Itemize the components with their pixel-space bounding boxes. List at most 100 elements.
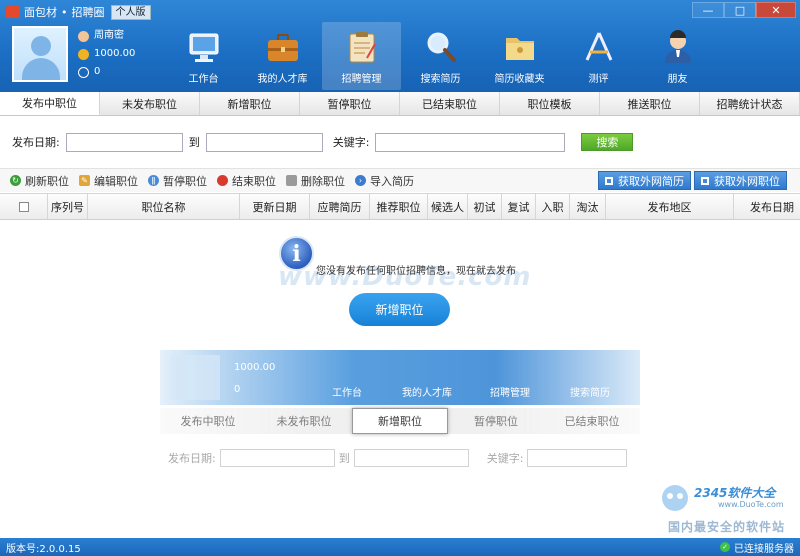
- maximize-button[interactable]: □: [724, 2, 756, 18]
- preview-header: 1000.00 0 工作台 我的人才库 招聘管理 搜索简历: [160, 350, 640, 405]
- col-job-title[interactable]: 职位名称: [88, 194, 240, 219]
- nav-friends[interactable]: 朋友: [638, 22, 717, 90]
- nav-label: 简历收藏夹: [494, 74, 545, 85]
- search-bar: 发布日期: 到 关键字: 搜索: [0, 117, 800, 167]
- close-button[interactable]: ✕: [756, 2, 796, 18]
- refresh-icon: ↻: [10, 175, 21, 186]
- tab-unpublished[interactable]: 未发布职位: [100, 92, 200, 115]
- points-count: 0: [94, 66, 101, 77]
- nav-label: 搜索简历: [420, 74, 461, 85]
- refresh-button[interactable]: ↻ 刷新职位: [10, 173, 69, 189]
- empty-message: 您没有发布任何职位招聘信息，现在就去发布: [316, 266, 516, 277]
- preview-coins: 1000.00: [234, 362, 276, 373]
- nav-label: 我的人才库: [257, 74, 308, 85]
- tab-paused[interactable]: 暂停职位: [300, 92, 400, 115]
- connection-text: 已连接服务器: [734, 543, 794, 555]
- col-recommended[interactable]: 推荐职位: [370, 194, 428, 219]
- nav-search-resume[interactable]: 搜索简历: [401, 22, 480, 90]
- nav-workbench[interactable]: 工作台: [164, 22, 243, 90]
- import-resume-button[interactable]: › 导入简历: [355, 173, 414, 189]
- import-icon: ›: [355, 175, 366, 186]
- col-publish-date[interactable]: 发布日期: [734, 194, 800, 219]
- preview-to-label: 到: [338, 452, 350, 465]
- col-second-interview[interactable]: 复试: [502, 194, 536, 219]
- clipboard-icon: [349, 32, 376, 63]
- to-label: 到: [188, 136, 200, 149]
- window-controls: — □ ✕: [692, 2, 796, 18]
- col-first-interview[interactable]: 初试: [468, 194, 502, 219]
- tab-statistics[interactable]: 招聘统计状态: [700, 92, 800, 115]
- site-slogan: 国内最安全的软件站: [668, 520, 786, 534]
- end-button[interactable]: 结束职位: [217, 173, 276, 189]
- preview-tab-highlighted: 新增职位: [351, 408, 448, 434]
- tab-published[interactable]: 发布中职位: [0, 92, 100, 115]
- main-nav: 工作台 我的人才库 招聘管理 搜索简历 简历收藏夹 测评 朋友: [164, 22, 717, 90]
- coin-balance: 1000.00: [94, 48, 136, 59]
- pause-icon: ǁ: [148, 175, 159, 186]
- trash-icon: [286, 175, 297, 186]
- app-module-title: 招聘圈: [71, 6, 105, 19]
- col-candidates[interactable]: 候选人: [428, 194, 468, 219]
- col-region[interactable]: 发布地区: [606, 194, 734, 219]
- preview-tab: 未发布职位: [276, 415, 332, 428]
- preview-nav-talent: 我的人才库: [402, 388, 452, 399]
- preview-date-box: [353, 449, 469, 467]
- delete-button[interactable]: 删除职位: [286, 173, 345, 189]
- keyword-label: 关键字:: [332, 136, 370, 149]
- col-update-date[interactable]: 更新日期: [240, 194, 310, 219]
- nav-label: 工作台: [188, 74, 219, 85]
- preview-keyword-label: 关键字:: [486, 452, 524, 465]
- site-watermark: 2345软件大全 www.DuoTe.com 国内最安全的软件站: [658, 480, 798, 535]
- site-name: 2345软件大全: [694, 486, 776, 500]
- app-header: 面包材 • 招聘圈 个人版 — □ ✕ 周南密 1000.00 0 工作台 我的…: [0, 0, 800, 92]
- preview-date-box: [219, 449, 335, 467]
- app-logo-icon: [6, 6, 20, 18]
- edit-button[interactable]: ✎ 编辑职位: [79, 173, 138, 189]
- user-name[interactable]: 周南密: [94, 27, 124, 45]
- tab-ended[interactable]: 已结束职位: [400, 92, 500, 115]
- nav-recruitment[interactable]: 招聘管理: [322, 22, 401, 90]
- avatar[interactable]: [12, 26, 68, 82]
- search-button[interactable]: 搜索: [581, 133, 634, 151]
- start-date-input[interactable]: [65, 132, 183, 152]
- preview-keyword-box: [527, 449, 628, 467]
- nav-assessment[interactable]: 测评: [559, 22, 638, 90]
- fetch-external-resume-button[interactable]: 获取外网简历: [598, 171, 691, 190]
- title-bar: 面包材 • 招聘圈 个人版: [6, 4, 151, 20]
- col-hired[interactable]: 入职: [536, 194, 570, 219]
- col-rejected[interactable]: 淘汰: [570, 194, 606, 219]
- keyword-input[interactable]: [375, 132, 566, 152]
- minimize-button[interactable]: —: [692, 2, 724, 18]
- select-all-checkbox[interactable]: [18, 201, 29, 212]
- import-label: 导入简历: [370, 174, 414, 188]
- refresh-label: 刷新职位: [25, 174, 69, 188]
- fetch-job-label: 获取外网职位: [714, 174, 780, 188]
- points-icon: [78, 66, 89, 78]
- version-text: 版本号:2.0.0.15: [6, 543, 81, 555]
- ruler-icon: [585, 32, 612, 61]
- nav-talent-pool[interactable]: 我的人才库: [243, 22, 322, 90]
- preview-avatar: [170, 355, 220, 400]
- col-applications[interactable]: 应聘简历: [310, 194, 370, 219]
- tab-new-job[interactable]: 新增职位: [200, 92, 300, 115]
- check-icon: ✓: [720, 542, 730, 552]
- preview-tab: 发布中职位: [180, 415, 236, 428]
- fetch-external-job-button[interactable]: 获取外网职位: [694, 171, 787, 190]
- user-info: 周南密 1000.00 0: [78, 27, 135, 81]
- tab-templates[interactable]: 职位模板: [500, 92, 600, 115]
- grid-icon: [701, 176, 709, 185]
- user-face-icon: [78, 30, 89, 42]
- tab-push[interactable]: 推送职位: [600, 92, 700, 115]
- person-icon: [664, 30, 691, 63]
- pause-label: 暂停职位: [163, 174, 207, 188]
- briefcase-icon: [267, 34, 298, 61]
- grid-icon: [605, 176, 613, 185]
- preview-tabs: 发布中职位 未发布职位 新增职位 暂停职位 已结束职位: [160, 408, 640, 434]
- end-date-input[interactable]: [205, 132, 323, 152]
- nav-resume-favorites[interactable]: 简历收藏夹: [480, 22, 559, 90]
- pause-button[interactable]: ǁ 暂停职位: [148, 173, 207, 189]
- select-all-cell: [0, 194, 48, 219]
- col-serial[interactable]: 序列号: [48, 194, 88, 219]
- add-job-button[interactable]: 新增职位: [349, 293, 450, 326]
- end-label: 结束职位: [232, 174, 276, 188]
